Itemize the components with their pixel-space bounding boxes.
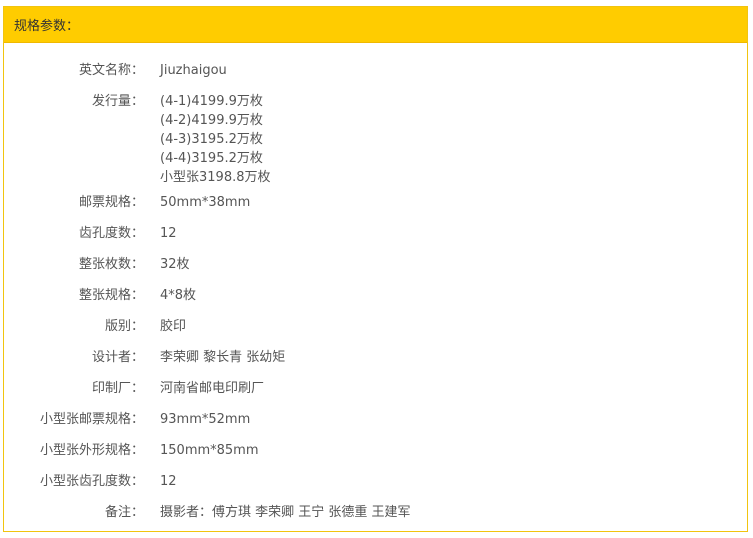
spec-label: 齿孔度数：	[78, 226, 144, 241]
spec-label: 印制厂：	[91, 381, 144, 396]
spec-label: 小型张齿孔度数：	[39, 474, 144, 489]
spec-value: 摄影者：傅方琪 李荣卿 王宁 张德重 王建军	[160, 505, 411, 520]
spec-value: 河南省邮电印刷厂	[160, 381, 265, 396]
spec-label: 备注：	[104, 505, 144, 520]
spec-label: 发行量：	[91, 94, 144, 109]
spec-value-line: (4-3)3195.2万枚	[160, 132, 263, 147]
panel-title: 规格参数：	[14, 19, 80, 34]
spec-label: 小型张外形规格：	[39, 443, 144, 458]
spec-value: 12	[160, 226, 177, 241]
spec-value-line: 小型张3198.8万枚	[160, 170, 271, 185]
spec-value-line: (4-1)4199.9万枚	[160, 94, 263, 109]
spec-value-multiline: (4-1)4199.9万枚 (4-2)4199.9万枚 (4-3)3195.2万…	[160, 92, 271, 187]
spec-value: 32枚	[160, 257, 190, 272]
spec-label: 邮票规格：	[78, 195, 144, 210]
spec-label: 设计者：	[91, 350, 144, 365]
spec-label: 版别：	[104, 319, 144, 334]
spec-label: 小型张邮票规格：	[39, 412, 144, 427]
spec-value: 150mm*85mm	[160, 443, 259, 458]
spec-value: 胶印	[160, 319, 187, 334]
spec-label: 英文名称：	[78, 63, 144, 78]
spec-value-line: (4-2)4199.9万枚	[160, 113, 263, 128]
spec-value: 93mm*52mm	[160, 412, 251, 427]
spec-value: 12	[160, 474, 177, 489]
spec-label: 整张规格：	[78, 288, 144, 303]
spec-value: 4*8枚	[160, 288, 197, 303]
spec-label: 整张枚数：	[78, 257, 144, 272]
panel-header: 规格参数：	[4, 7, 747, 43]
spec-value: 50mm*38mm	[160, 195, 251, 210]
spec-value-line: (4-4)3195.2万枚	[160, 151, 263, 166]
spec-value: 李荣卿 黎长青 张幼矩	[160, 350, 286, 365]
spec-value: Jiuzhaigou	[160, 63, 227, 78]
spec-panel: 规格参数： 英文名称： Jiuzhaigou 发行量： (4-1)4199.9万…	[3, 6, 748, 532]
